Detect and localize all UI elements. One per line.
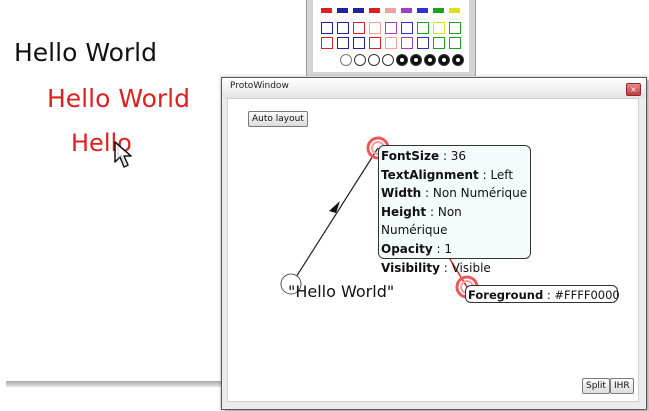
palette-outline-swatch[interactable] bbox=[417, 37, 429, 49]
palette-outline-swatch[interactable] bbox=[449, 37, 461, 49]
palette-stroke-swatch[interactable] bbox=[368, 54, 380, 66]
property-row: Height : Non Numérique bbox=[381, 204, 462, 238]
palette-stroke-swatch[interactable] bbox=[354, 54, 366, 66]
palette-outline-swatch[interactable] bbox=[337, 37, 349, 49]
window-title: ProtoWindow bbox=[230, 81, 289, 91]
palette-outline-swatch[interactable] bbox=[385, 22, 397, 34]
palette-color-swatch[interactable] bbox=[385, 8, 396, 13]
palette-color-swatch[interactable] bbox=[353, 8, 364, 13]
palette-outline-swatch[interactable] bbox=[417, 22, 429, 34]
palette-stroke-swatch[interactable] bbox=[382, 54, 394, 66]
split-button[interactable]: Split bbox=[582, 378, 610, 394]
property-row: Visibility : Visible bbox=[381, 260, 491, 275]
hello-world-text-red[interactable]: Hello World bbox=[47, 84, 190, 113]
mouse-pointer-icon bbox=[114, 141, 132, 168]
palette-outline-swatch[interactable] bbox=[321, 22, 333, 34]
hello-world-text-black[interactable]: Hello World bbox=[14, 38, 157, 67]
palette-color-swatch[interactable] bbox=[321, 8, 332, 13]
proto-window: ProtoWindow × Auto layout FontSize : 36 … bbox=[221, 77, 647, 410]
edge-line bbox=[290, 147, 379, 286]
property-row: Width : Non Numérique bbox=[381, 186, 528, 201]
palette-outline-swatch[interactable] bbox=[401, 22, 413, 34]
palette-outline-swatch[interactable] bbox=[321, 37, 333, 49]
palette-stroke-swatch[interactable] bbox=[396, 54, 408, 66]
palette-outline-swatch[interactable] bbox=[353, 37, 365, 49]
palette-outline-swatch[interactable] bbox=[337, 22, 349, 34]
palette-color-swatch[interactable] bbox=[401, 8, 412, 13]
palette-stroke-swatch[interactable] bbox=[438, 54, 450, 66]
palette-color-swatch[interactable] bbox=[449, 8, 460, 13]
graph-canvas[interactable]: Auto layout FontSize : 36 TextAlignment … bbox=[227, 98, 639, 402]
foreground-node[interactable]: Foreground : #FFFF0000 bbox=[465, 285, 620, 303]
palette-color-swatch[interactable] bbox=[433, 8, 444, 13]
palette-stroke-swatch[interactable] bbox=[340, 54, 352, 66]
palette-color-swatch[interactable] bbox=[417, 8, 428, 13]
palette-color-swatch[interactable] bbox=[337, 8, 348, 13]
palette-stroke-swatch[interactable] bbox=[452, 54, 464, 66]
palette-outline-swatch[interactable] bbox=[353, 22, 365, 34]
palette-color-swatch[interactable] bbox=[369, 8, 380, 13]
palette-outline-swatch[interactable] bbox=[385, 37, 397, 49]
close-button[interactable]: × bbox=[626, 83, 641, 96]
hello-world-node[interactable]: "Hello World" bbox=[288, 282, 394, 301]
palette-outline-swatch[interactable] bbox=[369, 22, 381, 34]
palette-outline-swatch[interactable] bbox=[401, 37, 413, 49]
color-palette bbox=[306, 0, 476, 76]
palette-area bbox=[313, 0, 469, 72]
property-row: FontSize : 36 bbox=[381, 149, 467, 163]
palette-outline-swatch[interactable] bbox=[449, 22, 461, 34]
ihr-button[interactable]: IHR bbox=[610, 378, 634, 394]
property-row: TextAlignment : Left bbox=[381, 167, 514, 182]
window-titlebar[interactable]: ProtoWindow × bbox=[222, 78, 646, 98]
scrollbar-fragment bbox=[6, 381, 231, 387]
palette-outline-swatch[interactable] bbox=[433, 37, 445, 49]
palette-stroke-swatch[interactable] bbox=[410, 54, 422, 66]
property-row: Opacity : 1 bbox=[381, 241, 452, 256]
property-node[interactable]: FontSize : 36 TextAlignment : Left Width… bbox=[378, 145, 531, 275]
close-icon: × bbox=[630, 85, 637, 94]
palette-outline-swatch[interactable] bbox=[369, 37, 381, 49]
palette-stroke-swatch[interactable] bbox=[424, 54, 436, 66]
palette-outline-swatch[interactable] bbox=[433, 22, 445, 34]
